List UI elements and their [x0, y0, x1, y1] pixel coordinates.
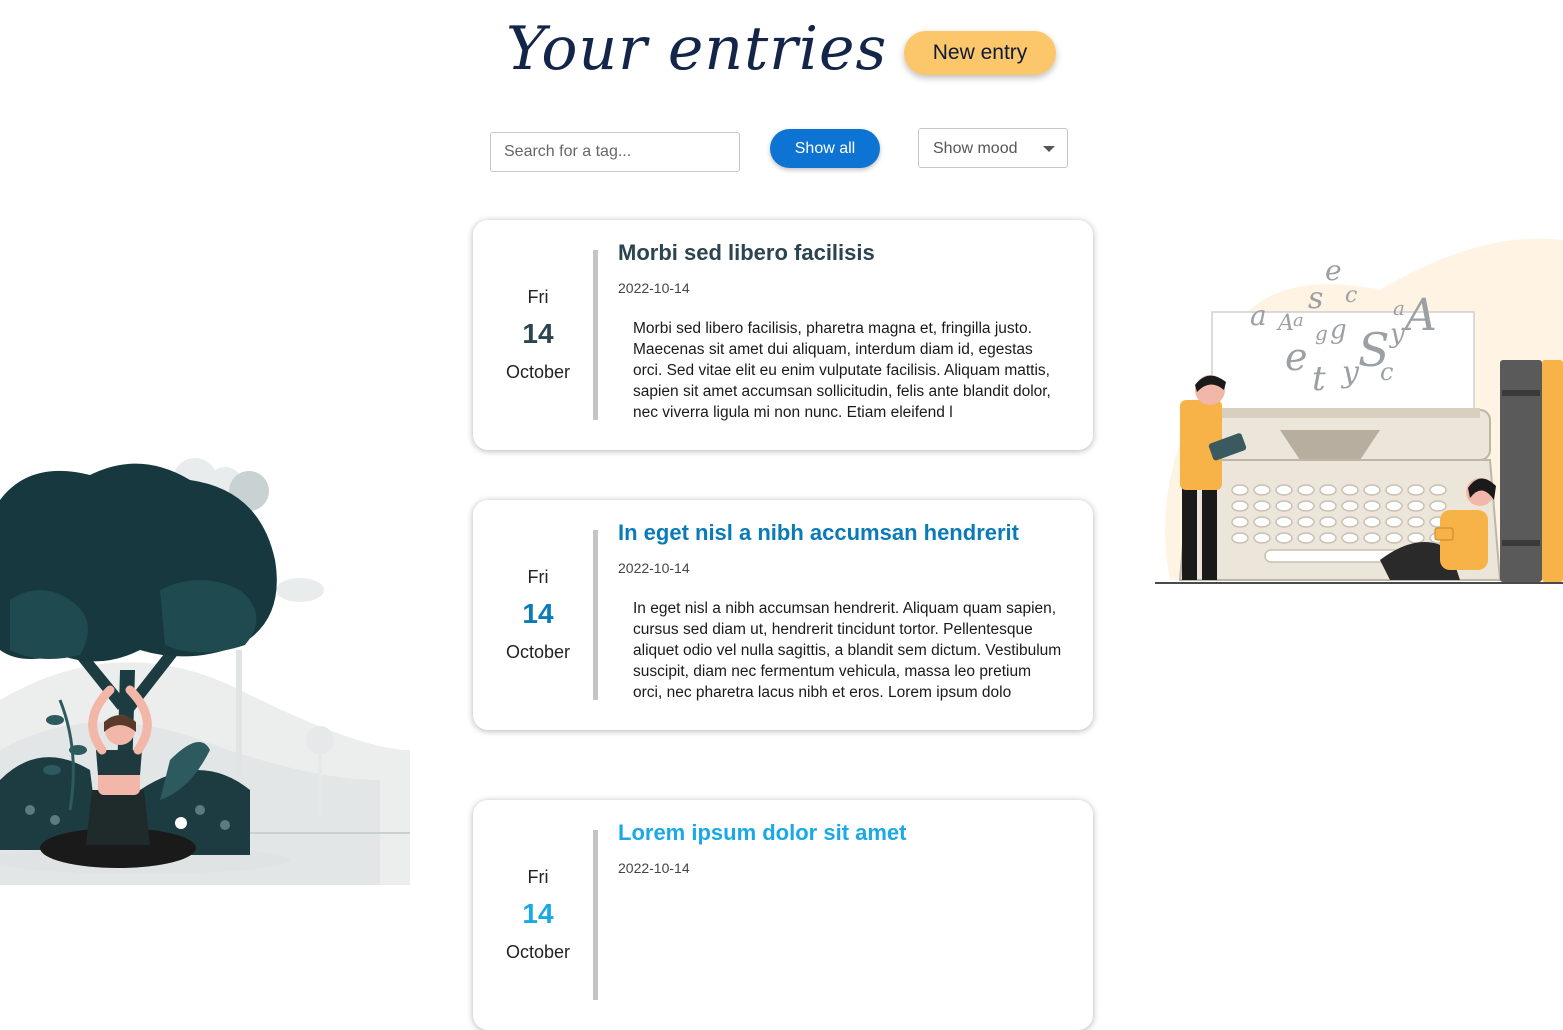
entry-day-name: Fri [527, 287, 549, 307]
svg-text:y: y [1389, 319, 1405, 349]
svg-text:y: y [1340, 355, 1360, 390]
svg-text:e: e [1325, 254, 1342, 287]
chevron-down-icon [1043, 146, 1055, 152]
entry-card[interactable]: Fri 14 October In eget nisl a nibh accum… [473, 500, 1093, 730]
mood-select[interactable]: Show mood [918, 128, 1068, 168]
entry-date-block: Fri 14 October [473, 500, 603, 730]
entry-day-name: Fri [527, 567, 549, 587]
entry-date: 2022-10-14 [618, 860, 690, 876]
entry-body: Morbi sed libero facilisis, pharetra mag… [633, 320, 1051, 421]
svg-text:g: g [1330, 315, 1347, 345]
entry-body: In eget nisl a nibh accumsan hendrerit. … [633, 600, 1062, 701]
entry-divider [593, 830, 598, 1000]
entry-day-number: 14 [522, 598, 554, 629]
svg-text:a: a [1293, 310, 1304, 331]
entry-title[interactable]: Lorem ipsum dolor sit amet [618, 820, 907, 846]
new-entry-button[interactable]: New entry [904, 31, 1056, 75]
entry-date: 2022-10-14 [618, 280, 690, 296]
svg-text:a: a [1250, 299, 1267, 332]
tag-search-input[interactable] [490, 132, 740, 172]
entry-day-number: 14 [522, 318, 554, 349]
entry-date-block: Fri 14 October [473, 800, 603, 1030]
page-title: Your entries [506, 14, 888, 84]
entry-body [633, 898, 1063, 1002]
svg-text:c: c [1345, 283, 1357, 308]
entry-divider [593, 250, 598, 420]
entry-card[interactable]: Fri 14 October Morbi sed libero facilisi… [473, 220, 1093, 450]
entry-month: October [505, 362, 571, 382]
svg-text:A: A [1276, 311, 1294, 336]
typewriter-reading-illustration: a A a s e c g g e t y S c y a A [1155, 238, 1563, 584]
entry-title[interactable]: In eget nisl a nibh accumsan hendrerit [618, 520, 1019, 546]
meditation-illustration [0, 458, 410, 885]
entry-date: 2022-10-14 [618, 560, 690, 576]
svg-text:s: s [1308, 281, 1323, 316]
entry-day-number: 14 [522, 898, 554, 929]
entry-divider [593, 530, 598, 700]
entry-month: October [505, 642, 571, 662]
entry-date-block: Fri 14 October [473, 220, 603, 450]
entry-card[interactable]: Fri 14 October Lorem ipsum dolor sit ame… [473, 800, 1093, 1030]
svg-text:t: t [1312, 359, 1326, 399]
entry-title[interactable]: Morbi sed libero facilisis [618, 240, 875, 266]
svg-text:A: A [1401, 290, 1437, 341]
svg-text:c: c [1380, 358, 1393, 386]
entry-month: October [505, 942, 571, 962]
svg-text:a: a [1393, 296, 1405, 320]
mood-select-label: Show mood [933, 140, 1018, 157]
svg-text:g: g [1315, 321, 1328, 345]
svg-text:e: e [1285, 335, 1308, 379]
show-all-button[interactable]: Show all [770, 129, 880, 168]
